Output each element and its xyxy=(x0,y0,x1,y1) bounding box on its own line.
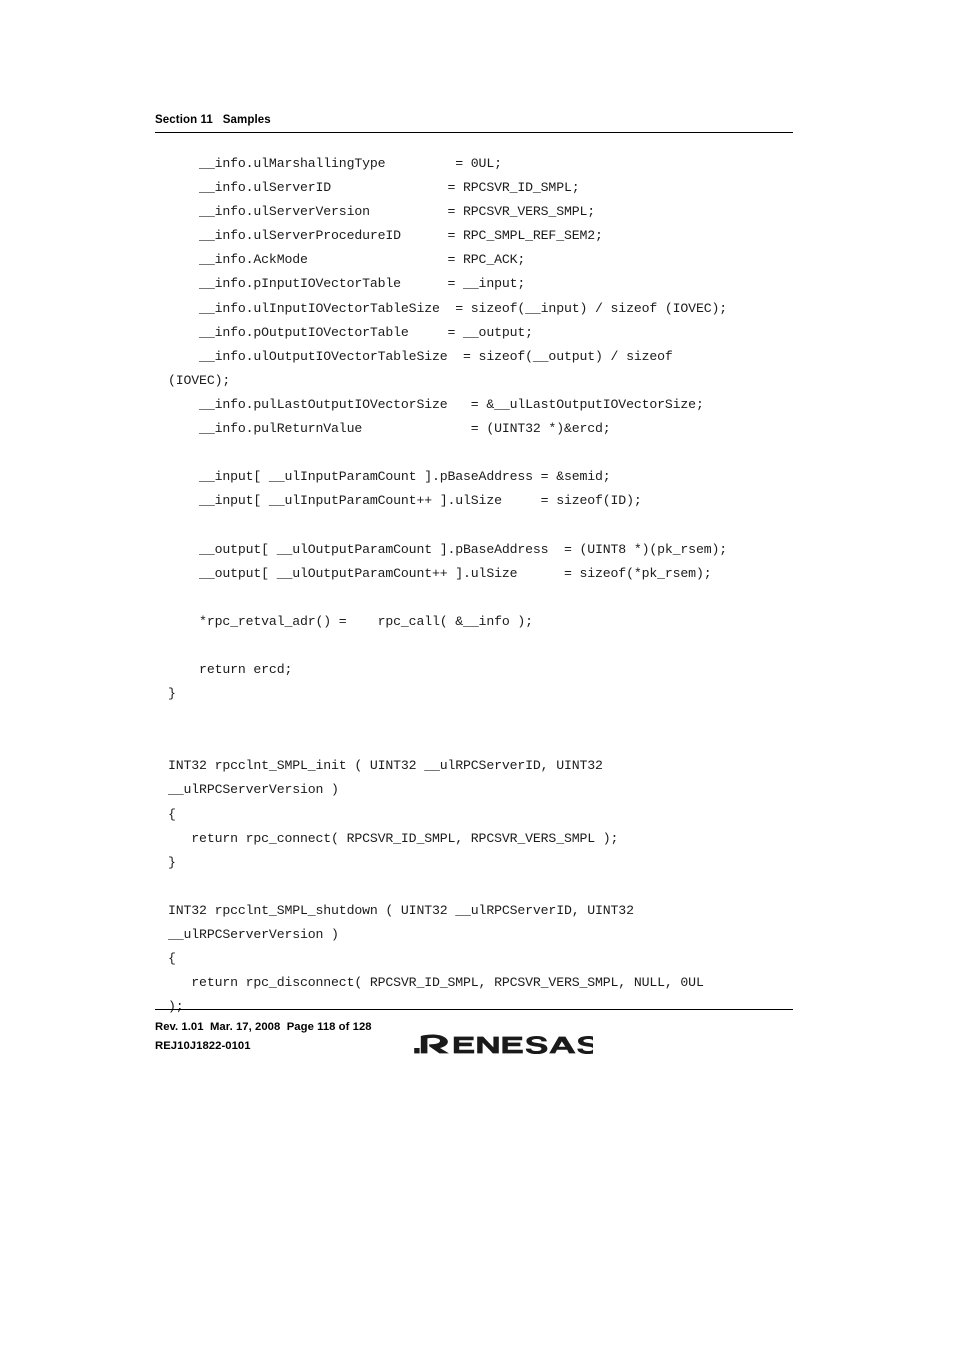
code-line: INT32 rpcclnt_SMPL_shutdown ( UINT32 __u… xyxy=(168,902,634,918)
page-footer: Rev. 1.01 Mar. 17, 2008 Page 118 of 128 … xyxy=(155,1009,793,1068)
code-line: return ercd; xyxy=(168,661,293,677)
code-line: __info.ulServerProcedureID = RPC_SMPL_RE… xyxy=(168,228,603,244)
document-page: Section 11 Samples __info.ulMarshallingT… xyxy=(0,0,954,1350)
code-line: __info.ulOutputIOVectorTableSize = sizeo… xyxy=(168,348,673,364)
page-header: Section 11 Samples xyxy=(155,113,793,133)
code-line: } xyxy=(168,686,176,702)
code-line: *rpc_retval_adr() = rpc_call( &__info ); xyxy=(168,613,533,629)
code-line: __input[ __ulInputParamCount++ ].ulSize … xyxy=(168,493,642,509)
code-line: __info.pInputIOVectorTable = __input; xyxy=(168,276,526,292)
code-line: { xyxy=(168,951,176,967)
footer-text-block: Rev. 1.01 Mar. 17, 2008 Page 118 of 128 … xyxy=(155,1018,372,1056)
renesas-logo xyxy=(413,1030,593,1060)
code-line: __info.ulServerVersion = RPCSVR_VERS_SMP… xyxy=(168,204,596,220)
code-line: __info.pOutputIOVectorTable = __output; xyxy=(168,324,533,340)
header-divider xyxy=(155,132,793,133)
code-line: __ulRPCServerVersion ) xyxy=(168,927,339,942)
code-line: __info.ulInputIOVectorTableSize = sizeof… xyxy=(168,300,727,316)
code-line: __info.AckMode = RPC_ACK; xyxy=(168,252,526,268)
code-line: (IOVEC); xyxy=(168,372,231,388)
code-line: __output[ __ulOutputParamCount++ ].ulSiz… xyxy=(168,565,712,581)
code-line: __input[ __ulInputParamCount ].pBaseAddr… xyxy=(168,469,611,485)
code-line: __output[ __ulOutputParamCount ].pBaseAd… xyxy=(168,541,727,557)
code-line: __info.pulReturnValue = (UINT32 *)&ercd; xyxy=(168,421,611,437)
code-line: } xyxy=(168,854,176,870)
footer-revision-line: Rev. 1.01 Mar. 17, 2008 Page 118 of 128 xyxy=(155,1021,372,1033)
code-line: return rpc_connect( RPCSVR_ID_SMPL, RPCS… xyxy=(168,830,619,846)
code-line: __info.pulLastOutputIOVectorSize = &__ul… xyxy=(168,396,704,412)
section-header-title: Section 11 Samples xyxy=(155,114,271,126)
code-listing: __info.ulMarshallingType = 0UL; __info.u… xyxy=(168,152,828,1019)
code-line: __info.ulMarshallingType = 0UL; xyxy=(168,156,502,171)
footer-document-number: REJ10J1822-0101 xyxy=(155,1040,251,1052)
code-line: __info.ulServerID = RPCSVR_ID_SMPL; xyxy=(168,180,580,196)
code-line: __ulRPCServerVersion ) xyxy=(168,782,339,798)
code-line: { xyxy=(168,806,176,822)
code-line: INT32 rpcclnt_SMPL_init ( UINT32 __ulRPC… xyxy=(168,758,603,774)
code-line: return rpc_disconnect( RPCSVR_ID_SMPL, R… xyxy=(168,975,704,991)
